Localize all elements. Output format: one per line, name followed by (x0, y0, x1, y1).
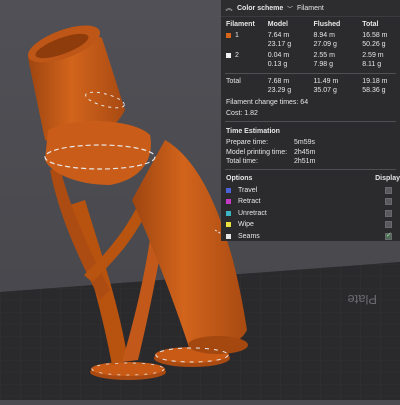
filament-row: 2 0.04 m 0.13 g 2.55 m 7.98 g 2.59 m 8.11 g (221, 51, 400, 71)
total-label: Total (226, 78, 241, 85)
divider (225, 73, 396, 74)
option-retract[interactable]: Retract (221, 196, 400, 208)
collapse-up-icon[interactable]: ︽ (224, 3, 234, 13)
options-list: Travel Retract Unretract Wipe Seams (221, 185, 400, 242)
seams-display-checkbox[interactable] (385, 231, 392, 240)
cost-text: Cost: 1.82 (226, 110, 258, 117)
color-scheme-header: ︽ Color scheme ﹀ Filament (221, 0, 400, 17)
filament-color-swatch (226, 33, 231, 38)
grand-total-weight: 58.36 g (362, 87, 386, 94)
seams-color-swatch (226, 233, 231, 239)
flushed-weight: 27.09 g (313, 41, 337, 48)
model-weight: 23.17 g (267, 41, 292, 48)
option-label: Travel (238, 186, 258, 194)
time-label: Total time: (226, 158, 258, 165)
display-label: Display (375, 174, 400, 182)
travel-color-swatch (226, 187, 231, 193)
wipe-display-checkbox[interactable] (385, 221, 392, 228)
flushed-length: 8.94 m (313, 32, 335, 39)
total-flushed-length: 11.49 m (313, 78, 339, 85)
total-length: 16.58 m (362, 32, 388, 39)
filament-color-swatch (226, 53, 231, 58)
option-travel[interactable]: Travel (221, 185, 400, 197)
col-model: Model (267, 20, 288, 28)
total-model-weight: 23.29 g (267, 87, 292, 94)
option-label: Unretract (238, 209, 267, 217)
time-value: 2h51m (294, 158, 316, 165)
color-scheme-value: Filament (297, 4, 324, 12)
grand-total-length: 19.18 m (362, 78, 388, 85)
total-weight: 50.26 g (362, 41, 386, 48)
total-length: 2.59 m (362, 52, 384, 59)
col-total: Total (362, 20, 379, 28)
time-estimation-title: Time Estimation (226, 128, 280, 135)
options-label: Options (226, 174, 253, 182)
time-value: 5m59s (294, 139, 316, 146)
option-seams[interactable]: Seams (221, 231, 400, 242)
gcode-legend-panel: ︽ Color scheme ﹀ Filament Filament Model… (221, 0, 400, 241)
model-length: 7.64 m (267, 32, 290, 39)
color-scheme-label: Color scheme (237, 4, 284, 12)
wipe-color-swatch (226, 222, 231, 228)
options-header: Options Display (221, 173, 400, 185)
filament-id: 1 (235, 32, 239, 39)
col-filament: Filament (226, 20, 255, 28)
filament-change-times: Filament change times: 64 (226, 99, 309, 106)
plate-label: Plate (347, 292, 377, 307)
total-row: Total 7.68 m 23.29 g 11.49 m 35.07 g 19.18… (221, 77, 400, 97)
time-label: Model printing time: (226, 148, 288, 156)
unretract-color-swatch (226, 210, 231, 216)
option-wipe[interactable]: Wipe (221, 219, 400, 231)
retract-display-checkbox[interactable] (385, 198, 392, 205)
travel-display-checkbox[interactable] (385, 186, 392, 194)
option-unretract[interactable]: Unretract (221, 208, 400, 220)
filament-table-header: Filament Model Flushed Total (221, 17, 400, 31)
total-weight: 8.11 g (362, 61, 382, 68)
unretract-display-checkbox[interactable] (385, 209, 392, 217)
filament-row: 1 7.64 m 23.17 g 8.94 m 27.09 g 16.58 m 50.… (221, 31, 400, 51)
time-value: 2h45m (294, 148, 316, 156)
prepare-time-row: Prepare time: 5m59s (221, 138, 400, 148)
total-time-row: Total time: 2h51m (221, 157, 400, 167)
retract-color-swatch (226, 199, 231, 205)
model-weight: 0.13 g (267, 61, 288, 68)
option-label: Seams (238, 232, 260, 240)
color-scheme-dropdown[interactable]: ﹀ Filament (287, 4, 324, 13)
model-printing-time-row: Model printing time: 2h45m (221, 148, 400, 158)
divider (225, 168, 396, 170)
time-label: Prepare time: (226, 139, 269, 146)
total-model-length: 7.68 m (267, 78, 290, 85)
flushed-weight: 7.98 g (313, 61, 333, 68)
model-length: 0.04 m (267, 52, 290, 59)
col-flushed: Flushed (313, 20, 341, 28)
option-label: Retract (238, 198, 261, 206)
divider (225, 121, 396, 122)
total-flushed-weight: 35.07 g (313, 87, 337, 94)
chevron-down-icon: ﹀ (287, 6, 294, 13)
flushed-length: 2.55 m (313, 52, 335, 59)
option-label: Wipe (238, 221, 254, 229)
filament-id: 2 (235, 52, 239, 59)
